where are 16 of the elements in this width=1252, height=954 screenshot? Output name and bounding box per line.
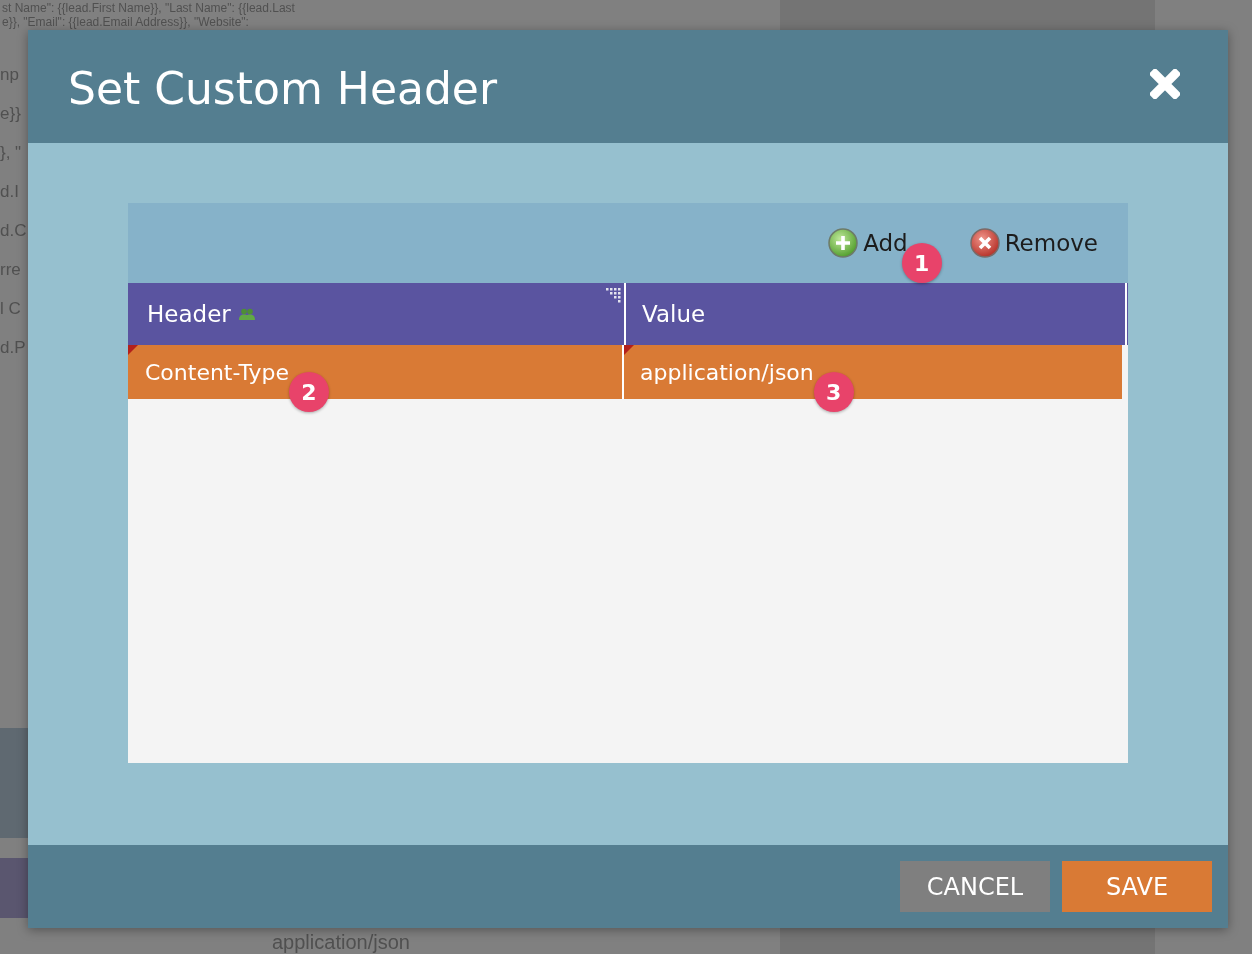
- callout-badge: 3: [813, 372, 854, 412]
- column-header[interactable]: Value: [642, 301, 706, 327]
- remove-button[interactable]: Remove: [969, 228, 1098, 258]
- background-panel: [0, 858, 28, 918]
- callout-badge: 2: [288, 372, 329, 412]
- dialog-title: Set Custom Header: [68, 63, 497, 114]
- resize-grip-icon[interactable]: [606, 288, 621, 303]
- plus-circle-icon: [828, 228, 859, 258]
- close-button[interactable]: [1150, 68, 1180, 99]
- cross-circle-icon: [969, 228, 1000, 258]
- close-icon: [1150, 68, 1180, 99]
- code-fragment: }, ": [0, 142, 22, 164]
- table-cell: Content-Type: [145, 359, 289, 385]
- table-cell: application/json: [640, 359, 814, 385]
- cancel-button[interactable]: CANCEL: [900, 861, 1050, 912]
- column-header[interactable]: Header: [147, 301, 231, 327]
